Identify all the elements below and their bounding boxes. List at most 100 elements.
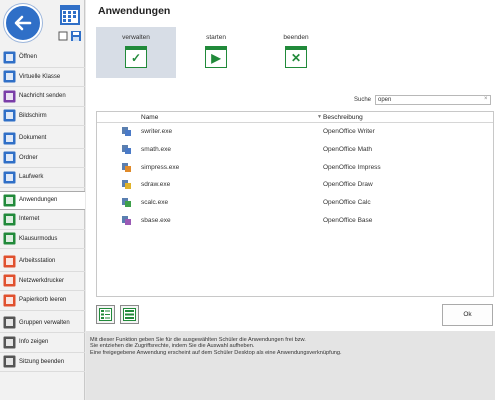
applications-table: Name ▼ Beschreibung swriter.exe OpenOffic…: [96, 111, 494, 297]
table-row[interactable]: simpress.exe OpenOffice Impress: [97, 158, 493, 176]
app-icon: [97, 145, 141, 155]
table-header: Name ▼ Beschreibung: [97, 112, 493, 123]
table-row[interactable]: swriter.exe OpenOffice Writer: [97, 123, 493, 141]
printer-icon: [2, 274, 16, 288]
stop-action[interactable]: beenden ✕: [256, 27, 336, 78]
exam-mode-icon: [2, 232, 16, 246]
app-name: sbase.exe: [141, 216, 171, 224]
sidebar-item-label: Nachricht senden: [19, 93, 66, 100]
app-name: simpress.exe: [141, 163, 180, 171]
sidebar-item[interactable]: Virtuelle Klasse: [0, 68, 85, 87]
sidebar-item-label: Arbeitsstation: [19, 258, 56, 265]
drive-icon: [2, 170, 16, 184]
sidebar-item[interactable]: Klausurmodus: [0, 230, 85, 249]
sidebar-item[interactable]: Info zeigen: [0, 333, 85, 353]
sidebar-item-label: Dokument: [19, 135, 47, 142]
action-bar: verwalten ✓ starten ▶ beenden ✕: [96, 27, 336, 78]
sidebar-item[interactable]: Sitzung beenden: [0, 353, 85, 372]
table-row[interactable]: sbase.exe OpenOffice Base: [97, 211, 493, 229]
table-body: swriter.exe OpenOffice Writer smath.exe Ope…: [97, 123, 493, 229]
app-description: OpenOffice Calc: [323, 199, 371, 207]
sidebar-item-label: Laufwerk: [19, 174, 44, 181]
action-label: starten: [206, 34, 226, 41]
back-button[interactable]: [4, 4, 42, 42]
logout-icon: [2, 355, 16, 369]
sidebar-item-label: Öffnen: [19, 54, 37, 61]
sidebar-item[interactable]: Netzwerkdrucker: [0, 272, 85, 291]
sidebar-item-label: Papierkorb leeren: [19, 297, 67, 304]
column-name-header[interactable]: Name: [141, 112, 317, 122]
arrow-left-icon: [14, 15, 32, 31]
sidebar-item[interactable]: Internet: [0, 210, 85, 230]
main-panel: Anwendungen verwalten ✓ starten ▶ beenden ✕ S…: [86, 0, 495, 400]
app-name: scalc.exe: [141, 199, 169, 207]
document-icon: [2, 131, 16, 145]
page-title: Anwendungen: [98, 5, 171, 17]
search-input[interactable]: [375, 95, 491, 105]
clear-search-icon[interactable]: ×: [484, 96, 488, 102]
trash-icon: [2, 293, 16, 307]
app-description: OpenOffice Draw: [323, 181, 373, 189]
applications-icon: [2, 193, 16, 207]
sidebar-item[interactable]: Bildschirm: [0, 107, 85, 126]
table-row[interactable]: smath.exe OpenOffice Math: [97, 141, 493, 159]
ok-button[interactable]: Ok: [442, 304, 493, 326]
play-window-icon: ▶: [205, 46, 227, 68]
workstation-icon: [2, 254, 16, 268]
sidebar-item-label: Netzwerkdrucker: [19, 277, 65, 284]
info-icon: [2, 335, 16, 349]
folder-icon: [2, 151, 16, 165]
sidebar-item-label: Internet: [19, 216, 40, 223]
sidebar-item[interactable]: Öffnen: [0, 48, 85, 68]
start-action[interactable]: starten ▶: [176, 27, 256, 78]
list-icon: [123, 308, 136, 321]
info-text-line: Eine freigegebene Anwendung erscheint au…: [90, 349, 342, 356]
save-controls: [58, 30, 82, 42]
sidebar-item-label: Klausurmodus: [19, 235, 58, 242]
app-description: OpenOffice Writer: [323, 128, 375, 136]
sidebar-header: [0, 0, 85, 47]
sidebar-item[interactable]: Dokument: [0, 129, 85, 149]
monitor-icon: [2, 109, 16, 123]
app-name: smath.exe: [141, 146, 171, 154]
column-description-header[interactable]: Beschreibung: [321, 112, 493, 122]
list-detail-icon: [99, 308, 112, 321]
sidebar-item-label: Anwendungen: [19, 197, 58, 204]
app-name: sdraw.exe: [141, 181, 171, 189]
sidebar-item-label: Bildschirm: [19, 112, 47, 119]
sidebar-item[interactable]: Gruppen verwalten: [0, 314, 85, 333]
groups-icon: [2, 316, 16, 330]
app-description: OpenOffice Math: [323, 146, 373, 154]
check-window-icon: ✓: [125, 46, 147, 68]
app-description: OpenOffice Impress: [323, 163, 381, 171]
sidebar-item-label: Virtuelle Klasse: [19, 73, 61, 80]
manage-action[interactable]: verwalten ✓: [96, 27, 176, 78]
app-icon: [97, 198, 141, 208]
sidebar: Öffnen Virtuelle Klasse Nachricht senden Bi…: [0, 0, 85, 400]
info-panel: Mit dieser Funktion geben Sie für die au…: [86, 331, 495, 400]
message-icon: [2, 89, 16, 103]
search-label: Suche: [354, 97, 372, 103]
app-icon: [97, 180, 141, 190]
sidebar-item-label: Ordner: [19, 154, 38, 161]
sidebar-item[interactable]: Arbeitsstation: [0, 252, 85, 272]
table-row[interactable]: scalc.exe OpenOffice Calc: [97, 194, 493, 212]
sidebar-item[interactable]: Anwendungen: [0, 190, 85, 210]
virtual-class-icon: [2, 70, 16, 84]
list-view-button[interactable]: [120, 305, 139, 324]
folder-open-icon: [2, 50, 16, 64]
sidebar-item[interactable]: Laufwerk: [0, 168, 85, 188]
sidebar-item-label: Sitzung beenden: [19, 358, 65, 365]
table-row[interactable]: sdraw.exe OpenOffice Draw: [97, 176, 493, 194]
action-label: beenden: [283, 34, 309, 41]
detail-view-button[interactable]: [96, 305, 115, 324]
sidebar-item[interactable]: Ordner: [0, 149, 85, 168]
calendar-icon[interactable]: [59, 4, 81, 26]
app-name: swriter.exe: [141, 128, 173, 136]
action-label: verwalten: [122, 34, 150, 41]
close-window-icon: ✕: [285, 46, 307, 68]
sidebar-item-label: Info zeigen: [19, 339, 49, 346]
sidebar-item[interactable]: Nachricht senden: [0, 87, 85, 107]
checkbox-icon: [58, 31, 68, 41]
sidebar-item[interactable]: Papierkorb leeren: [0, 291, 85, 311]
